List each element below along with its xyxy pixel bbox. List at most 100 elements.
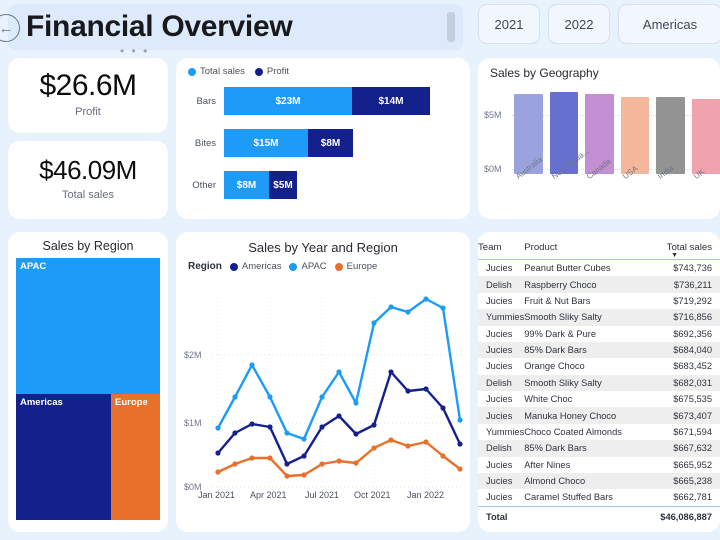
- line-chart-title: Sales by Year and Region: [248, 240, 398, 255]
- filter-pill-americas[interactable]: Americas: [618, 4, 720, 44]
- filter-pill-2022[interactable]: 2022: [548, 4, 610, 44]
- bar-segment-total-sales[interactable]: $23M: [224, 87, 352, 115]
- header-resize-handle[interactable]: [447, 12, 455, 42]
- cell-empty: [524, 505, 641, 522]
- bar-segment-profit[interactable]: $14M: [352, 87, 430, 115]
- sales-table-card[interactable]: Team Product Total sales ▼ Jucies Peanut …: [478, 232, 720, 532]
- cell-total-sales: $671,594: [673, 426, 712, 437]
- legend-dot-icon: [188, 67, 196, 76]
- table-row[interactable]: Jucies 99% Dark & Pure $692,356: [478, 326, 720, 342]
- geo-bar-uk[interactable]: [691, 98, 720, 174]
- table-footer: Total $46,086,887: [478, 505, 720, 522]
- table-row[interactable]: Jucies White Choc $675,535: [478, 391, 720, 407]
- table-row[interactable]: Jucies Fruit & Nut Bars $719,292: [478, 293, 720, 309]
- cell-product: Smooth Sliky Salty: [524, 377, 602, 388]
- geo-bar-india[interactable]: [656, 96, 685, 174]
- treemap-label: Europe: [115, 397, 148, 409]
- table-row[interactable]: Jucies Almond Choco $665,238: [478, 472, 720, 490]
- bar-segment-total-sales[interactable]: $15M: [224, 129, 308, 157]
- table-row[interactable]: Jucies Manuka Honey Choco $673,407: [478, 407, 720, 424]
- cell-product: Raspberry Choco: [524, 279, 597, 290]
- geography-bar-chart[interactable]: Sales by Geography $5M $0M Australia New…: [478, 58, 720, 219]
- line-chart[interactable]: Sales by Year and Region Region Americas…: [176, 232, 470, 532]
- table-row[interactable]: Yummies Smooth Sliky Salty $716,856: [478, 309, 720, 326]
- stacked-bar-chart[interactable]: Total sales Profit Bars $23M $14M Bites …: [176, 58, 470, 219]
- bar-row-bars[interactable]: Bars $23M $14M: [176, 86, 470, 116]
- line-xtick-jul-2021: Jul 2021: [305, 490, 340, 500]
- bar-category-label: Other: [192, 179, 216, 191]
- legend-item-total-sales[interactable]: Total sales: [188, 66, 245, 77]
- kpi-total-sales-value: $46.09M: [39, 155, 137, 185]
- kpi-profit-label: Profit: [75, 106, 101, 118]
- table-row[interactable]: Jucies After Nines $665,952: [478, 457, 720, 473]
- cell-total-sales: $692,356: [673, 328, 712, 339]
- cell-total-sales: $675,535: [673, 394, 712, 405]
- table-col-team[interactable]: Team: [478, 232, 525, 260]
- cell-team: Jucies: [486, 345, 513, 356]
- line-chart-svg: [212, 294, 463, 488]
- cell-product: Almond Choco: [524, 476, 586, 487]
- cell-team: Delish: [486, 377, 512, 388]
- table-col-total-sales[interactable]: Total sales ▼: [640, 232, 720, 260]
- bar-row-bites[interactable]: Bites $15M $8M: [176, 128, 470, 158]
- legend-label: Europe: [346, 261, 378, 272]
- kpi-card-profit[interactable]: $26.6M Profit: [8, 58, 168, 133]
- geography-bars: [514, 92, 720, 174]
- treemap-area: APAC Americas Europe: [16, 258, 160, 520]
- legend-dot-icon: [229, 262, 238, 271]
- table-row[interactable]: Delish 85% Dark Bars $667,632: [478, 440, 720, 457]
- treemap-tile-apac[interactable]: APAC: [16, 258, 160, 395]
- geography-chart-title: Sales by Geography: [490, 66, 599, 80]
- table-body: Jucies Peanut Butter Cubes $743,736 Delish…: [478, 260, 720, 507]
- table-row[interactable]: Jucies Peanut Butter Cubes $743,736: [478, 260, 720, 277]
- cell-product: Choco Coated Almonds: [524, 426, 622, 437]
- cell-team: Delish: [486, 443, 512, 454]
- cell-product: Manuka Honey Choco: [524, 410, 617, 421]
- bar-category-label: Bites: [194, 137, 216, 149]
- geography-ytick-5m: $5M: [484, 110, 502, 120]
- table-row[interactable]: Jucies 85% Dark Bars $684,040: [478, 341, 720, 359]
- line-plot-area: $2M $1M $0M Jan 2021 Apr 2021 Jul 2021 O…: [176, 276, 470, 508]
- table-row[interactable]: Yummies Choco Coated Almonds $671,594: [478, 424, 720, 440]
- table-row[interactable]: Delish Smooth Sliky Salty $682,031: [478, 374, 720, 391]
- legend-item-profit[interactable]: Profit: [254, 66, 290, 77]
- cell-total-sales: $662,781: [673, 492, 712, 503]
- legend-item-apac[interactable]: APAC: [289, 261, 327, 272]
- header-bar: Financial Overview • • •: [8, 4, 463, 58]
- legend-label: Profit: [266, 66, 290, 77]
- kpi-total-sales-label: Total sales: [62, 189, 114, 201]
- geo-bar-usa[interactable]: [620, 96, 649, 174]
- bar-row-other[interactable]: Other $8M $5M: [176, 170, 470, 200]
- cell-total-sales: $673,407: [673, 410, 712, 421]
- kpi-profit-value: $26.6M: [39, 69, 137, 102]
- bar-segment-profit[interactable]: $8M: [308, 129, 353, 157]
- cell-team: Delish: [486, 279, 512, 290]
- sort-descending-icon: ▼: [671, 252, 678, 259]
- cell-team: Jucies: [486, 263, 513, 274]
- legend-item-europe[interactable]: Europe: [334, 261, 378, 272]
- region-treemap[interactable]: Sales by Region APAC Americas Europe: [8, 232, 168, 532]
- legend-item-americas[interactable]: Americas: [229, 261, 281, 272]
- table-row[interactable]: Jucies Caramel Stuffed Bars $662,781: [478, 489, 720, 506]
- treemap-tile-europe[interactable]: Europe: [111, 394, 160, 520]
- cell-team: Jucies: [486, 361, 513, 372]
- table-header: Team Product Total sales ▼: [478, 232, 720, 260]
- table-row[interactable]: Delish Raspberry Choco $736,211: [478, 276, 720, 293]
- bar-track: $8M $5M: [224, 171, 297, 199]
- cell-team: Jucies: [486, 394, 513, 405]
- bar-segment-profit[interactable]: $5M: [269, 171, 297, 199]
- cell-team: Yummies: [486, 312, 525, 323]
- bar-segment-total-sales[interactable]: $8M: [224, 171, 269, 199]
- geography-xtick-labels: Australia New Zeala... Canada USA India …: [514, 146, 720, 196]
- table-row[interactable]: Jucies Orange Choco $683,452: [478, 358, 720, 374]
- page-title: Financial Overview: [26, 10, 293, 43]
- cell-team: Jucies: [486, 410, 513, 421]
- cell-team: Jucies: [486, 328, 513, 339]
- treemap-tile-americas[interactable]: Americas: [16, 394, 112, 520]
- cell-total-sales: $665,238: [673, 476, 712, 487]
- cell-total-sales: $665,952: [673, 459, 712, 470]
- cell-total-label: Total: [478, 505, 525, 522]
- table-col-product[interactable]: Product: [524, 232, 641, 260]
- kpi-card-total-sales[interactable]: $46.09M Total sales: [8, 141, 168, 219]
- filter-pill-2021[interactable]: 2021: [478, 4, 540, 44]
